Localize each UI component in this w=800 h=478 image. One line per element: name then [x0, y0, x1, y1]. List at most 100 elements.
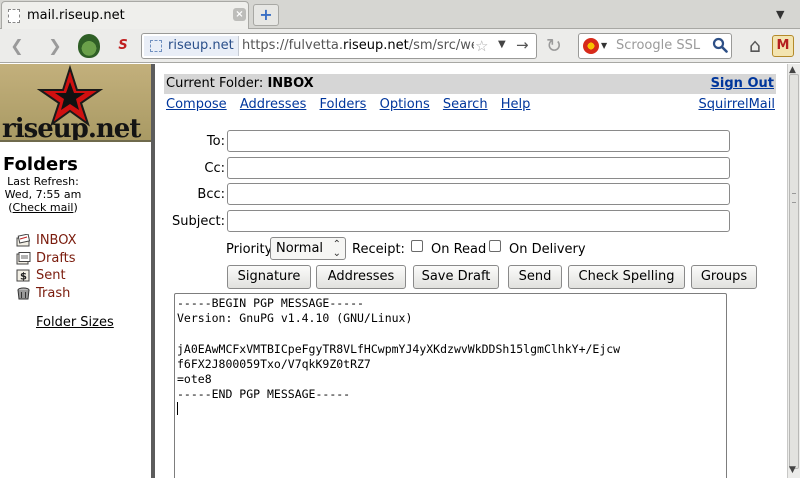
- site-identity-label: riseup.net: [168, 38, 234, 53]
- search-link[interactable]: Search: [443, 97, 488, 112]
- last-refresh-label: Last Refresh:: [7, 175, 79, 188]
- folder-list: INBOX Drafts $ Sent Trash: [16, 232, 77, 302]
- magnifier-icon[interactable]: [712, 37, 728, 53]
- check-mail-link[interactable]: Check mail: [13, 201, 74, 214]
- to-field[interactable]: [227, 130, 730, 152]
- url-prefix: https://fulvetta.: [242, 38, 344, 53]
- tab-bar: mail.riseup.net × + ▼: [0, 0, 800, 29]
- url-dropdown-chevron-icon[interactable]: ▼: [498, 39, 506, 50]
- folders-heading: Folders: [3, 154, 78, 175]
- main-menu: Compose Addresses Folders Options Search…: [166, 97, 539, 112]
- tab-close-icon[interactable]: ×: [233, 8, 246, 21]
- url-path: /sm/src/we: [408, 38, 474, 53]
- search-engine-icon[interactable]: [583, 38, 599, 54]
- on-delivery-label: On Delivery: [509, 242, 586, 257]
- scroll-down-arrow-icon[interactable]: ▼: [789, 465, 796, 475]
- check-spelling-button[interactable]: Check Spelling: [568, 265, 685, 289]
- new-tab-button[interactable]: +: [253, 4, 279, 26]
- navigation-toolbar: ❮ ❯ S riseup.net https://fulvetta.riseup…: [0, 29, 800, 63]
- compose-link[interactable]: Compose: [166, 97, 227, 112]
- page-content: riseup.net Folders Last Refresh: Wed, 7:…: [0, 64, 800, 478]
- on-delivery-checkbox[interactable]: [489, 240, 501, 252]
- url-text[interactable]: https://fulvetta.riseup.net/sm/src/we: [242, 38, 474, 53]
- page-favicon-icon: [8, 9, 20, 23]
- help-link[interactable]: Help: [501, 97, 531, 112]
- subject-field[interactable]: [227, 210, 730, 232]
- trash-icon: [17, 287, 30, 299]
- home-icon[interactable]: ⌂: [742, 33, 768, 59]
- bcc-label: Bcc:: [197, 187, 225, 202]
- folder-item-trash[interactable]: Trash: [16, 285, 77, 303]
- forward-arrow-icon[interactable]: ❯: [42, 33, 68, 59]
- addresses-link[interactable]: Addresses: [240, 97, 307, 112]
- message-body-text: -----BEGIN PGP MESSAGE----- Version: Gnu…: [177, 296, 621, 402]
- to-label: To:: [206, 134, 225, 149]
- folders-link[interactable]: Folders: [320, 97, 367, 112]
- cc-field[interactable]: [227, 157, 730, 179]
- folder-label-trash: Trash: [36, 285, 71, 301]
- sign-out-link[interactable]: Sign Out: [711, 76, 774, 91]
- priority-select[interactable]: Normal ⌃ ⌄: [270, 237, 346, 260]
- addon-s-icon[interactable]: S: [112, 37, 134, 55]
- page-scrollbar[interactable]: ▲ ▼: [787, 64, 800, 478]
- save-draft-button[interactable]: Save Draft: [413, 265, 499, 289]
- folder-item-drafts[interactable]: Drafts: [16, 250, 77, 268]
- priority-label: Priority: [226, 242, 273, 257]
- back-arrow-icon[interactable]: ❮: [4, 33, 30, 59]
- svg-text:$: $: [20, 272, 27, 283]
- site-identity-button[interactable]: riseup.net: [144, 36, 239, 56]
- sent-icon: $: [16, 269, 30, 283]
- folder-item-sent[interactable]: $ Sent: [16, 267, 77, 285]
- priority-value: Normal: [276, 241, 324, 256]
- addresses-button[interactable]: Addresses: [316, 265, 406, 289]
- inbox-icon: [16, 234, 31, 247]
- site-identity-icon: [150, 40, 162, 52]
- logo-text: riseup.net: [2, 114, 141, 142]
- receipt-label: Receipt:: [352, 242, 405, 257]
- drafts-icon: [16, 251, 31, 264]
- last-refresh-value: Wed, 7:55 am: [4, 188, 82, 201]
- cc-label: Cc:: [204, 161, 225, 176]
- squirrelmail-link[interactable]: SquirrelMail: [698, 97, 775, 112]
- reload-icon[interactable]: ↻: [541, 33, 567, 59]
- subject-label: Subject:: [172, 214, 225, 229]
- gmail-notifier-icon[interactable]: M: [772, 35, 794, 57]
- groups-button[interactable]: Groups: [691, 265, 757, 289]
- last-refresh: Last Refresh: Wed, 7:55 am (Check mail): [0, 175, 86, 214]
- star-icon[interactable]: ☆: [475, 37, 488, 55]
- bcc-field[interactable]: [227, 183, 730, 205]
- folder-sizes-link[interactable]: Folder Sizes: [36, 315, 114, 330]
- message-body-textarea[interactable]: -----BEGIN PGP MESSAGE----- Version: Gnu…: [174, 293, 727, 478]
- folder-label-drafts: Drafts: [36, 250, 76, 266]
- current-folder-label: Current Folder:: [166, 76, 264, 91]
- folder-label-sent: Sent: [36, 268, 66, 283]
- url-bar[interactable]: riseup.net https://fulvetta.riseup.net/s…: [141, 33, 537, 59]
- folder-item-inbox[interactable]: INBOX: [16, 232, 77, 250]
- search-bar[interactable]: ▼ Scroogle SSL: [578, 33, 732, 59]
- folder-label-inbox: INBOX: [36, 233, 77, 248]
- tor-onion-icon[interactable]: [78, 34, 100, 58]
- riseup-logo[interactable]: riseup.net: [0, 64, 151, 142]
- scrollbar-thumb[interactable]: [789, 74, 799, 469]
- check-mail-close-paren: ): [73, 201, 78, 214]
- updown-chevron-icon: ⌃ ⌄: [332, 239, 341, 259]
- text-caret: [177, 402, 178, 416]
- check-mail-wrapper: (Check mail): [0, 201, 86, 214]
- compose-frame: Current Folder: INBOX Sign Out Compose A…: [155, 64, 787, 478]
- send-button[interactable]: Send: [508, 265, 562, 289]
- go-arrow-icon[interactable]: →: [516, 36, 529, 54]
- folder-frame: riseup.net Folders Last Refresh: Wed, 7:…: [0, 64, 151, 478]
- current-folder: Current Folder: INBOX: [166, 76, 314, 91]
- url-domain: riseup.net: [343, 38, 409, 53]
- search-engine-dropdown-icon[interactable]: ▼: [601, 41, 607, 50]
- current-folder-bar: Current Folder: INBOX Sign Out: [164, 74, 776, 94]
- on-read-checkbox[interactable]: [411, 240, 423, 252]
- browser-tab[interactable]: mail.riseup.net ×: [1, 1, 249, 29]
- tab-list-chevron-icon[interactable]: ▼: [776, 8, 784, 21]
- tab-title: mail.riseup.net: [27, 8, 125, 23]
- on-read-label: On Read: [431, 242, 487, 257]
- current-folder-name: INBOX: [267, 76, 314, 91]
- signature-button[interactable]: Signature: [227, 265, 311, 289]
- search-input[interactable]: Scroogle SSL: [616, 38, 700, 53]
- options-link[interactable]: Options: [380, 97, 430, 112]
